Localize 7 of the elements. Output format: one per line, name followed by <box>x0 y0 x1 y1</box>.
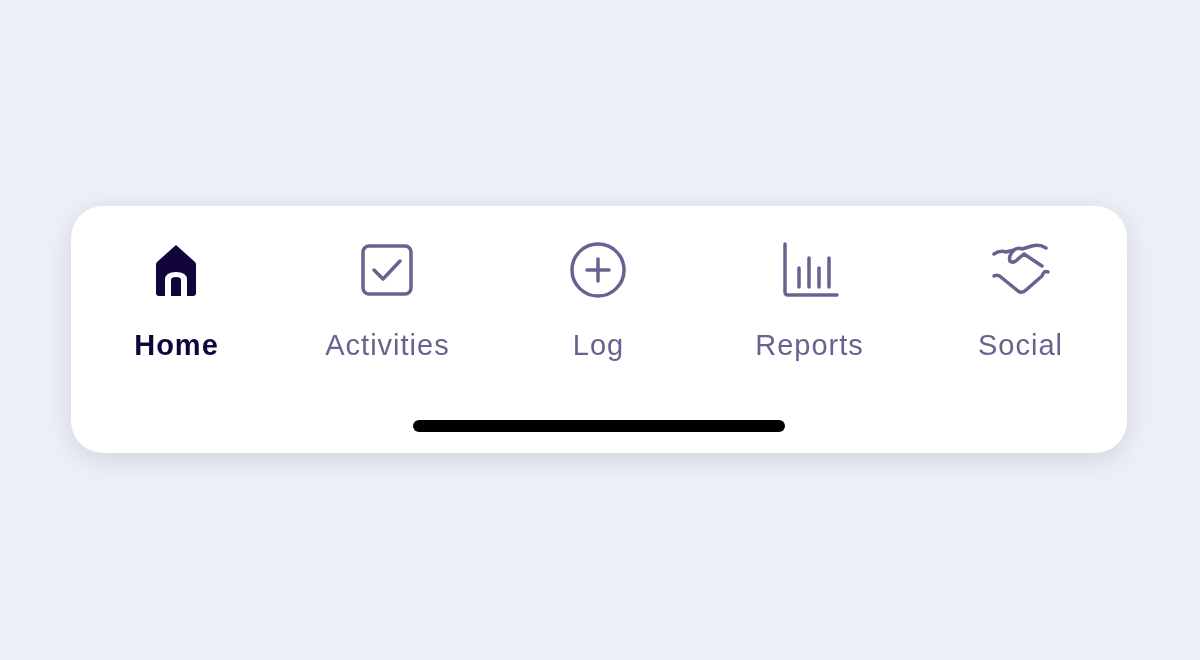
plus-circle-icon <box>569 242 628 300</box>
bar-chart-icon <box>780 242 839 300</box>
tab[interactable]: Log <box>493 242 704 362</box>
tab[interactable]: Activities <box>282 242 493 362</box>
tab[interactable]: Home <box>71 242 282 362</box>
tab[interactable]: Reports <box>704 242 915 362</box>
tab[interactable]: Social <box>915 242 1126 362</box>
